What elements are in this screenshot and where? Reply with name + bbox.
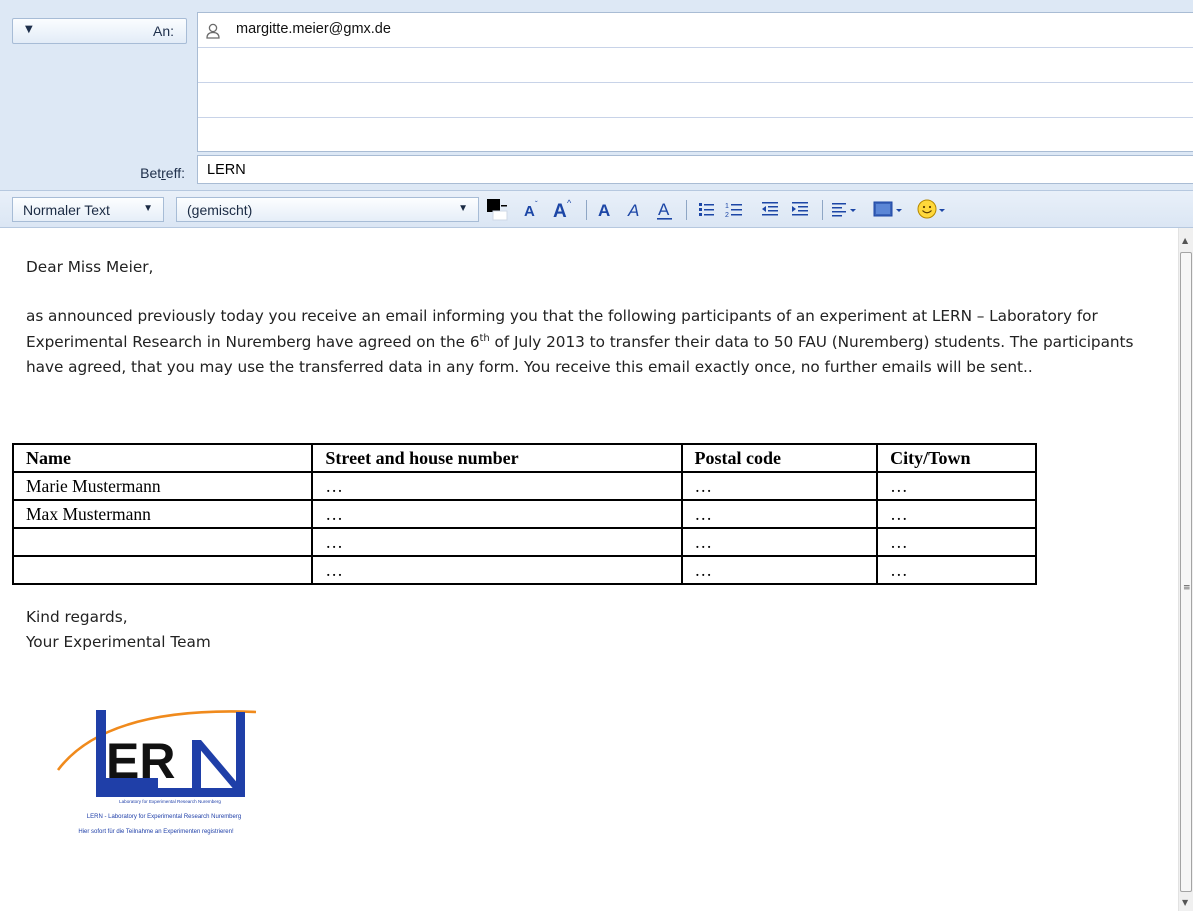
font-dropdown[interactable]: (gemischt) ▼ xyxy=(176,197,479,222)
numbered-list-icon[interactable]: 12 xyxy=(724,197,746,221)
greeting: Dear Miss Meier, xyxy=(26,258,154,276)
compose-header: ▼ An: margitte.meier@gmx.de Betreff: LER… xyxy=(0,0,1193,190)
table-cell: … xyxy=(876,499,1037,529)
paragraph-style-dropdown[interactable]: Normaler Text ▼ xyxy=(12,197,164,222)
table-cell: … xyxy=(680,527,879,557)
table-cell: Marie Mustermann xyxy=(11,471,314,501)
align-icon[interactable] xyxy=(830,197,858,221)
table-cell: … xyxy=(311,555,683,585)
table-cell: … xyxy=(311,471,683,501)
italic-icon[interactable]: A xyxy=(626,197,646,221)
column-header: Name xyxy=(11,443,314,473)
recipient-list: margitte.meier@gmx.de xyxy=(197,12,1193,152)
subject-label: Betreff: xyxy=(140,165,185,181)
table-cell xyxy=(11,527,314,557)
outdent-icon[interactable] xyxy=(760,197,782,221)
bullet-list-icon[interactable] xyxy=(697,197,717,221)
chevron-down-icon: ▼ xyxy=(143,203,153,214)
table-cell: … xyxy=(876,555,1037,585)
svg-text:A: A xyxy=(553,201,567,221)
svg-text:A: A xyxy=(627,201,639,220)
column-header: Postal code xyxy=(680,443,879,473)
closing-line: Kind regards, xyxy=(26,608,128,626)
recipient-address: margitte.meier@gmx.de xyxy=(236,21,391,37)
svg-text:ˇ: ˇ xyxy=(535,200,538,209)
vertical-scrollbar[interactable]: ▲ ≡ ▼ xyxy=(1178,228,1193,911)
subject-value: LERN xyxy=(207,162,246,178)
table-cell: … xyxy=(311,527,683,557)
indent-icon[interactable] xyxy=(790,197,812,221)
closing: Kind regards, Your Experimental Team xyxy=(26,605,211,655)
svg-text:A: A xyxy=(524,203,535,220)
grip-icon: ≡ xyxy=(1183,583,1191,593)
table-row: … … … xyxy=(11,527,1037,557)
table-row: Marie Mustermann … … … xyxy=(11,471,1037,501)
message-body[interactable]: Dear Miss Meier, as announced previously… xyxy=(0,228,1178,911)
logo-tagline: Laboratory for Experimental Research Nur… xyxy=(119,799,221,804)
text-color-icon[interactable] xyxy=(485,197,515,221)
svg-text:A: A xyxy=(658,200,670,219)
table-cell: … xyxy=(876,527,1037,557)
recipient-row[interactable] xyxy=(198,48,1193,83)
svg-text:A: A xyxy=(598,201,610,220)
svg-text:^: ^ xyxy=(567,198,572,208)
chevron-down-icon: ▼ xyxy=(458,203,468,214)
scroll-up-icon[interactable]: ▲ xyxy=(1182,236,1188,245)
scroll-thumb[interactable]: ≡ xyxy=(1180,252,1192,892)
subject-input[interactable]: LERN xyxy=(197,155,1193,184)
column-header: Street and house number xyxy=(311,443,683,473)
address-type-label: An: xyxy=(152,23,174,39)
table-cell: … xyxy=(311,499,683,529)
paragraph-style-value: Normaler Text xyxy=(23,202,110,218)
font-smaller-icon[interactable]: A ˇ xyxy=(522,197,544,221)
format-toolbar: Normaler Text ▼ (gemischt) ▼ A ˇ A ^ A A… xyxy=(0,190,1193,228)
svg-text:1: 1 xyxy=(725,203,729,210)
smiley-icon[interactable] xyxy=(916,197,948,221)
underline-icon[interactable]: A xyxy=(656,197,676,221)
table-cell: … xyxy=(680,499,879,529)
scroll-down-icon[interactable]: ▼ xyxy=(1182,898,1188,907)
logo-caption: LERN - Laboratory for Experimental Resea… xyxy=(87,814,241,820)
svg-text:2: 2 xyxy=(725,212,729,219)
bold-icon[interactable]: A xyxy=(596,197,616,221)
table-row: … … … xyxy=(11,555,1037,585)
closing-signature: Your Experimental Team xyxy=(26,633,211,651)
lern-logo: ER Laboratory for Experimental Research … xyxy=(56,710,257,835)
recipient-row[interactable] xyxy=(198,118,1193,152)
recipient-row[interactable] xyxy=(198,83,1193,118)
font-value: (gemischt) xyxy=(187,202,253,218)
font-larger-icon[interactable]: A ^ xyxy=(552,197,576,221)
table-header-row: Name Street and house number Postal code… xyxy=(11,443,1037,473)
participants-table: Name Street and house number Postal code… xyxy=(11,443,1037,585)
chevron-down-icon: ▼ xyxy=(25,24,33,35)
address-type-dropdown[interactable]: ▼ An: xyxy=(12,18,187,44)
table-cell: … xyxy=(680,471,879,501)
table-cell: Max Mustermann xyxy=(11,499,314,529)
recipient-row[interactable]: margitte.meier@gmx.de xyxy=(198,13,1193,48)
person-icon xyxy=(206,23,220,39)
insert-image-icon[interactable] xyxy=(872,197,904,221)
table-cell: … xyxy=(680,555,879,585)
column-header: City/Town xyxy=(876,443,1037,473)
table-row: Max Mustermann … … … xyxy=(11,499,1037,529)
logo-caption: Hier sofort für die Teilnahme an Experim… xyxy=(78,829,234,835)
body-paragraph: as announced previously today you receiv… xyxy=(26,307,1134,376)
table-cell: … xyxy=(876,471,1037,501)
table-cell xyxy=(11,555,314,585)
svg-text:ER: ER xyxy=(106,733,175,789)
